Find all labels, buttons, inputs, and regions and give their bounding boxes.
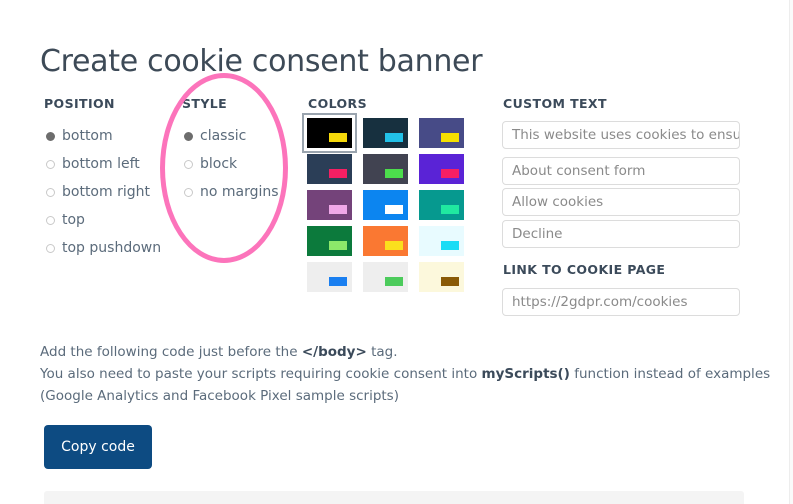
custom-text-heading: CUSTOM TEXT [503,96,607,111]
style-option-label: no margins [200,184,279,200]
consent-message-input[interactable]: This website uses cookies to ensure [502,121,740,149]
color-swatch-orange-yellow[interactable] [363,226,408,256]
instructions-line1-before: Add the following code just before the [40,344,302,360]
swatch-button-preview [385,133,403,142]
style-radio-group[interactable]: classic block no margins [184,122,279,206]
cookie-link-input[interactable]: https://2gdpr.com/cookies [502,288,740,316]
colors-heading: COLORS [308,96,367,111]
radio-unselected-icon [46,159,55,169]
page-root: Create cookie consent banner POSITION bo… [0,0,793,504]
allow-button-input[interactable]: Allow cookies [502,188,740,216]
swatch-button-preview [329,205,347,214]
color-swatch-grid[interactable] [302,113,464,292]
swatch-button-preview [385,169,403,178]
radio-unselected-icon [184,187,193,197]
instructions-line1-after: tag. [366,344,398,360]
position-option-top[interactable]: top [46,206,161,234]
radio-unselected-icon [46,187,55,197]
instructions-text: Add the following code just before the <… [40,341,780,407]
instructions-line-1: Add the following code just before the <… [40,341,780,363]
radio-unselected-icon [46,215,55,225]
color-swatch-purple-lightpink[interactable] [307,190,352,220]
color-swatch-charcoal-green[interactable] [363,154,408,184]
swatch-button-preview [385,205,403,214]
swatch-button-preview [441,277,459,286]
color-swatch-navy-pink[interactable] [307,154,352,184]
color-swatch-violet-pink[interactable] [419,154,464,184]
color-swatch-darkteal-cyan[interactable] [363,118,408,148]
color-swatch-blue-white[interactable] [363,190,408,220]
color-swatch-white-green[interactable] [363,262,408,292]
about-link-input[interactable]: About consent form [502,157,740,185]
position-heading: POSITION [44,96,115,111]
position-radio-group[interactable]: bottom bottom left bottom right top top push… [46,122,161,262]
position-option-top-pushdown[interactable]: top pushdown [46,234,161,262]
style-option-block[interactable]: block [184,150,279,178]
swatch-button-preview [385,277,403,286]
position-option-bottom[interactable]: bottom [46,122,161,150]
color-swatch-iceblue-cyan[interactable] [419,226,464,256]
myscripts-code: myScripts() [481,366,570,382]
style-option-classic[interactable]: classic [184,122,279,150]
position-option-label: top pushdown [62,240,162,256]
style-option-no-margins[interactable]: no margins [184,178,279,206]
radio-selected-icon [184,131,193,141]
swatch-button-preview [385,241,403,250]
swatch-button-preview [441,241,459,250]
swatch-button-preview [329,241,347,250]
instructions-line-2: You also need to paste your scripts requ… [40,363,780,407]
decline-button-input[interactable]: Decline [502,220,740,248]
instructions-line2-before: You also need to paste your scripts requ… [40,366,482,382]
swatch-button-preview [441,169,459,178]
position-option-bottom-left[interactable]: bottom left [46,150,161,178]
position-option-bottom-right[interactable]: bottom right [46,178,161,206]
style-heading: STYLE [182,96,228,111]
swatch-button-preview [329,169,347,178]
color-swatch-indigo-yellow[interactable] [419,118,464,148]
generated-code-block[interactable] [44,491,744,504]
position-option-label: bottom right [62,184,150,200]
cookie-link-heading: LINK TO COOKIE PAGE [503,262,666,277]
position-option-label: top [62,212,85,228]
color-swatch-white-blue[interactable] [307,262,352,292]
swatch-button-preview [441,133,459,142]
radio-unselected-icon [184,159,193,169]
swatch-button-preview [329,133,347,142]
position-option-label: bottom left [62,156,140,172]
style-option-label: classic [200,128,247,144]
position-option-label: bottom [62,128,113,144]
color-swatch-cream-brown[interactable] [419,262,464,292]
color-swatch-teal-springgreen[interactable] [419,190,464,220]
color-swatch-green-lightgreen[interactable] [307,226,352,256]
copy-code-button[interactable]: Copy code [44,425,152,469]
style-option-label: block [200,156,238,172]
page-right-edge [789,0,793,504]
swatch-button-preview [441,205,459,214]
page-title: Create cookie consent banner [40,44,483,80]
swatch-button-preview [329,277,347,286]
body-tag-code: </body> [301,344,367,360]
radio-selected-icon [46,131,55,141]
color-swatch-black-yellow[interactable] [302,113,357,153]
radio-unselected-icon [46,243,55,253]
